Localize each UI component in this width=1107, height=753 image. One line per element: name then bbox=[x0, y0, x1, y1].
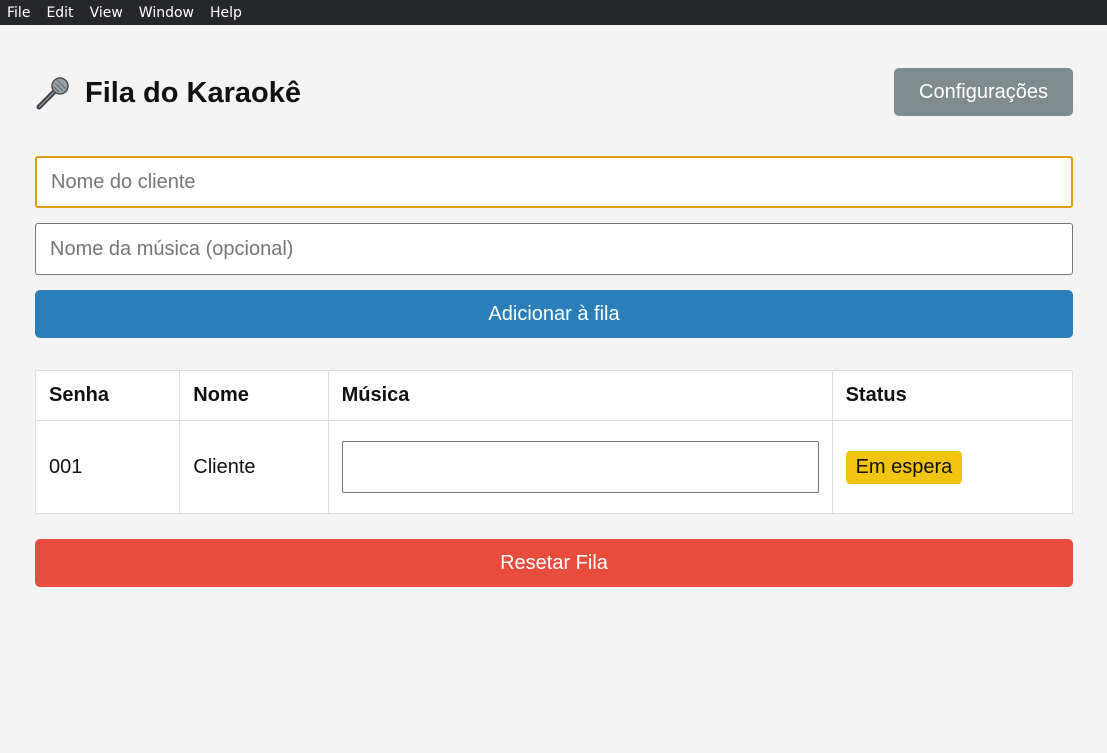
page-header: Fila do Karaokê Configurações bbox=[35, 25, 1073, 156]
row-song-input[interactable] bbox=[341, 441, 819, 493]
table-row: 001 Cliente Em espera bbox=[34, 420, 1074, 514]
table-header-row: Senha Nome Música Status bbox=[34, 370, 1074, 421]
queue-table: Senha Nome Música Status 001 Cliente Em … bbox=[34, 370, 1074, 514]
page-title: Fila do Karaokê bbox=[35, 75, 301, 111]
menu-window[interactable]: Window bbox=[139, 5, 194, 21]
column-header-senha: Senha bbox=[34, 370, 181, 421]
status-badge: Em espera bbox=[845, 450, 963, 484]
reset-queue-button[interactable]: Resetar Fila bbox=[35, 539, 1073, 587]
microphone-icon bbox=[36, 77, 69, 110]
add-to-queue-button[interactable]: Adicionar à fila bbox=[35, 290, 1073, 338]
ticket-number-cell: 001 bbox=[34, 420, 181, 514]
client-name-input[interactable] bbox=[35, 156, 1073, 208]
settings-button[interactable]: Configurações bbox=[894, 68, 1073, 116]
song-name-input[interactable] bbox=[35, 223, 1073, 275]
menu-file[interactable]: File bbox=[7, 5, 30, 21]
column-header-nome: Nome bbox=[179, 370, 329, 421]
column-header-musica: Música bbox=[327, 370, 833, 421]
menu-view[interactable]: View bbox=[90, 5, 123, 21]
song-cell bbox=[327, 420, 833, 514]
column-header-status: Status bbox=[831, 370, 1074, 421]
menu-bar: File Edit View Window Help bbox=[0, 0, 1107, 25]
menu-edit[interactable]: Edit bbox=[46, 5, 73, 21]
client-name-cell: Cliente bbox=[179, 420, 329, 514]
menu-help[interactable]: Help bbox=[210, 5, 242, 21]
page-title-text: Fila do Karaokê bbox=[85, 76, 301, 109]
main-content: Fila do Karaokê Configurações Adicionar … bbox=[34, 25, 1074, 587]
status-cell: Em espera bbox=[831, 420, 1074, 514]
